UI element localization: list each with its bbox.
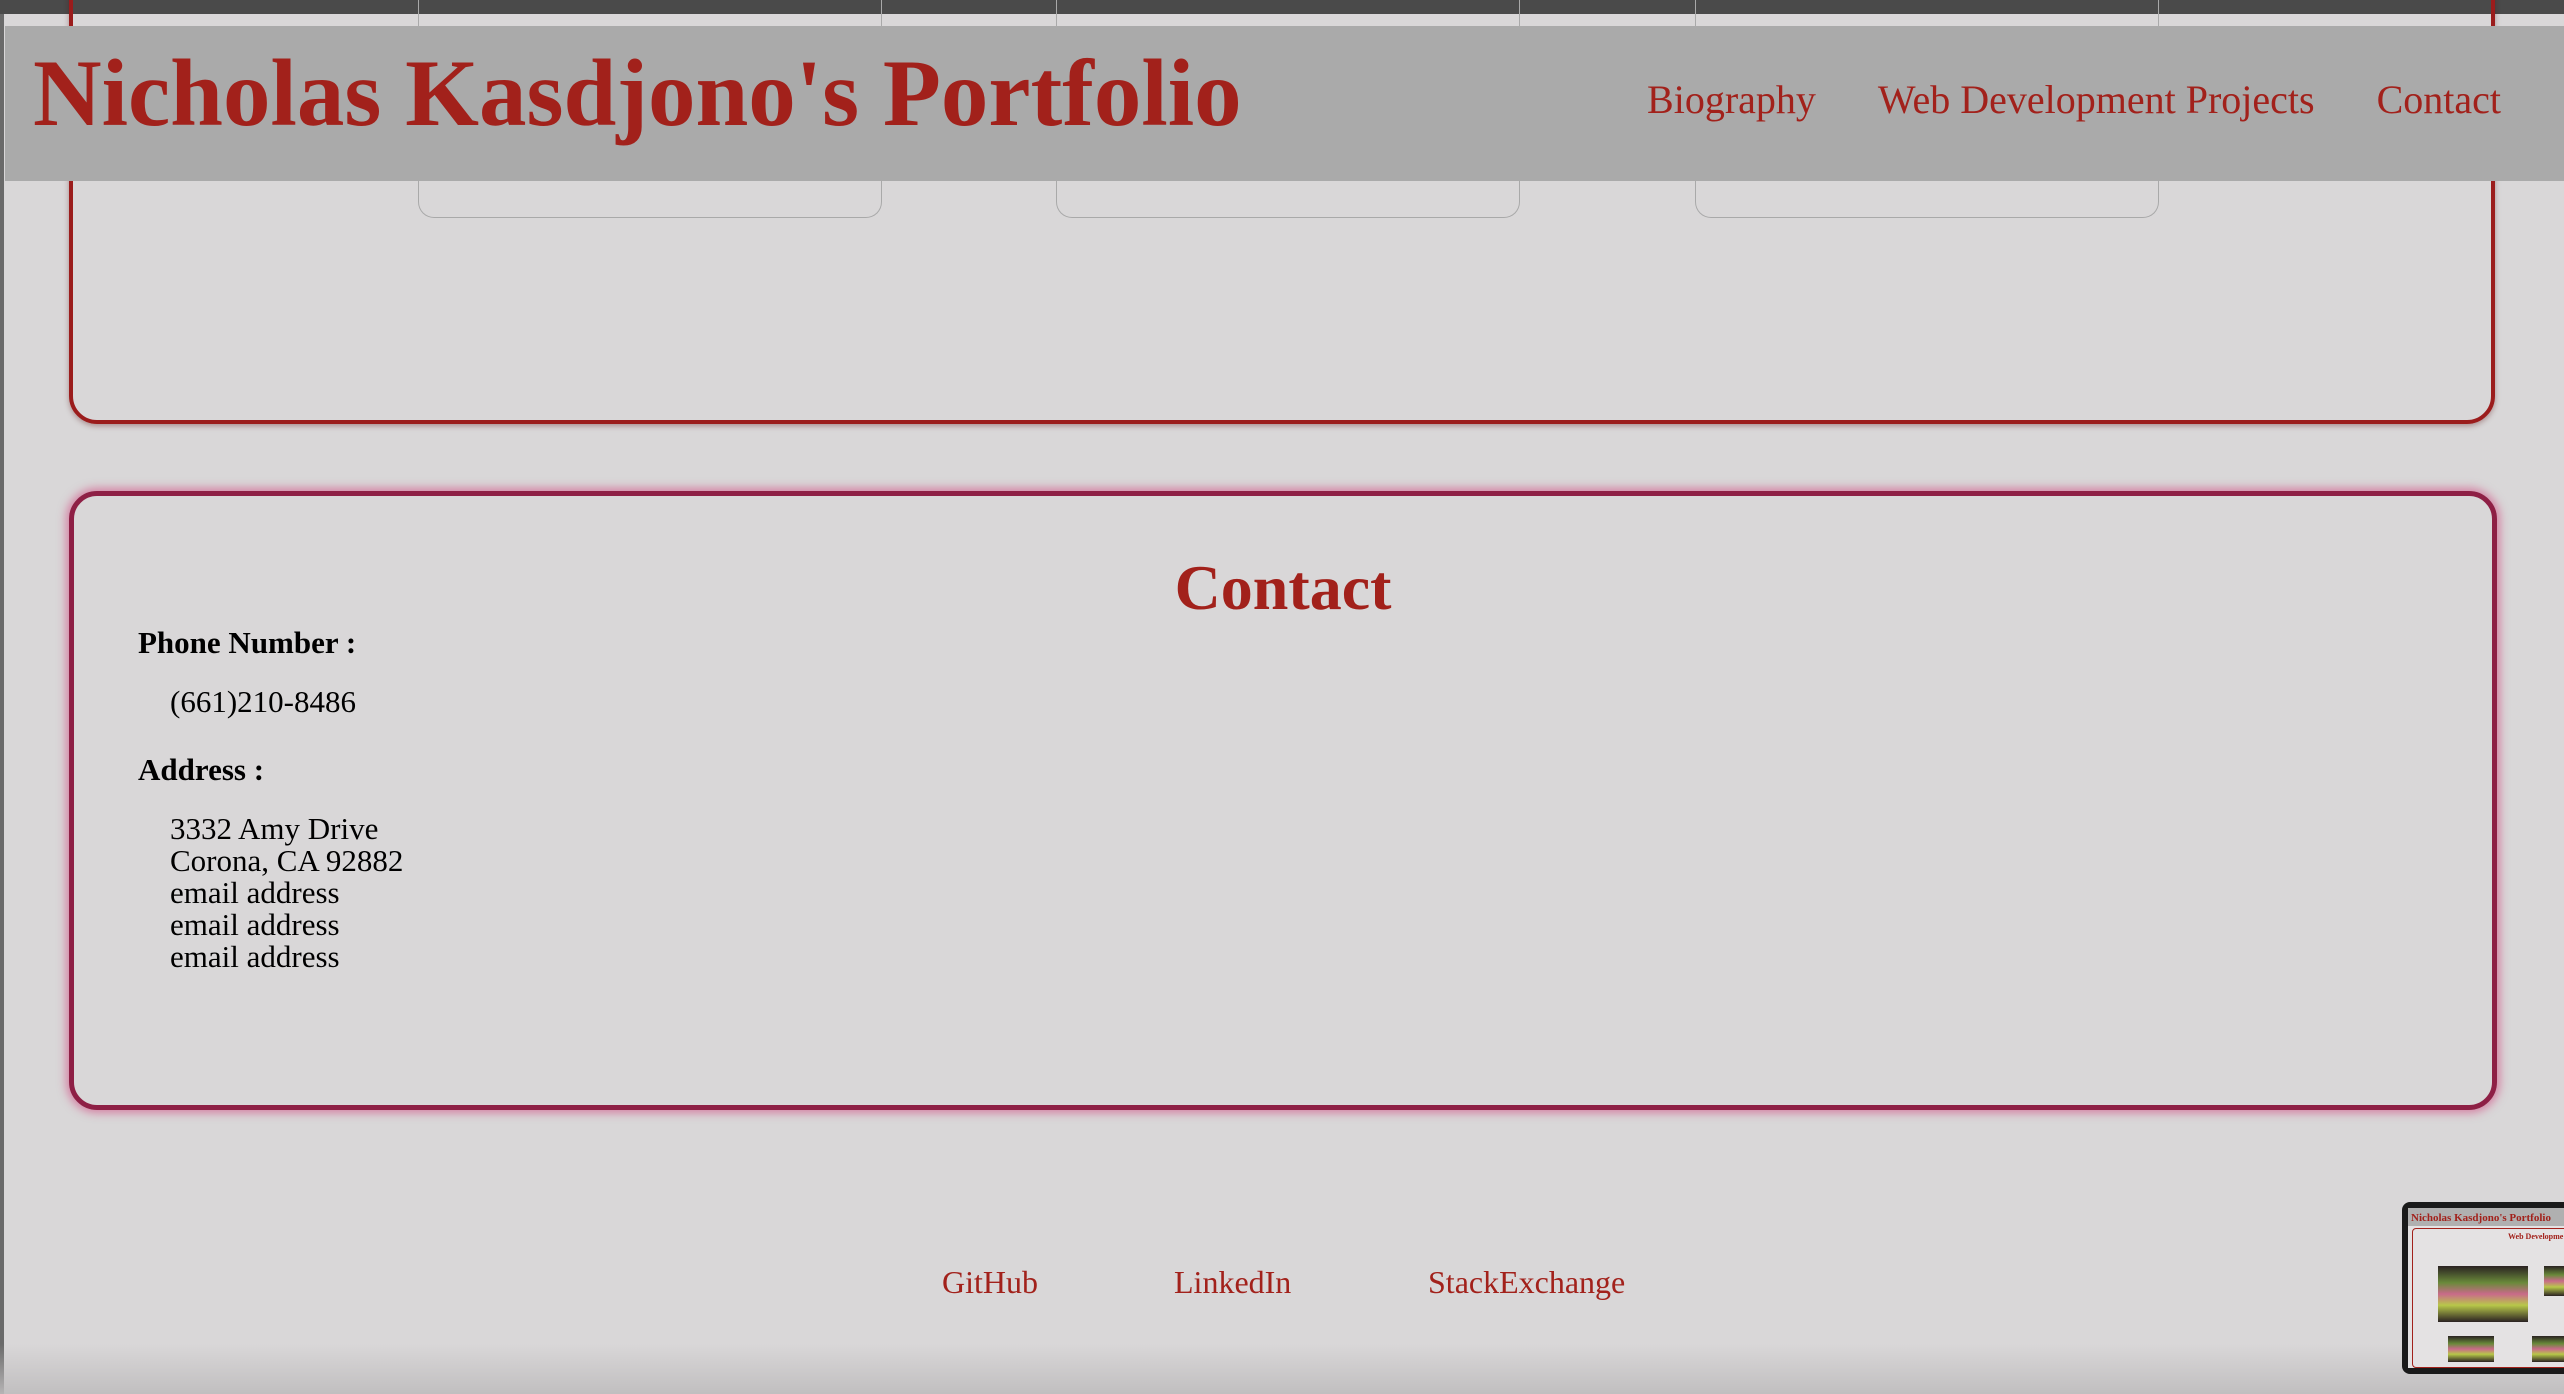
footer-link-linkedin[interactable]: LinkedIn xyxy=(1174,1266,1291,1298)
footer-links: GitHub LinkedIn StackExchange xyxy=(0,1266,2564,1306)
email-1: email address xyxy=(170,875,340,910)
contact-section: Contact Phone Number : (661)210-8486 Add… xyxy=(69,491,2497,1110)
phone-label: Phone Number : xyxy=(138,625,357,660)
nav-web-development-projects[interactable]: Web Development Projects xyxy=(1878,80,2315,120)
browser-left-edge xyxy=(0,14,4,1394)
preview-content: Nicholas Kasdjono's Portfolio Web Develo… xyxy=(2408,1208,2564,1368)
footer-link-github[interactable]: GitHub xyxy=(942,1266,1038,1298)
site-header: Nicholas Kasdjono's Portfolio Biography … xyxy=(5,26,2564,181)
contact-heading: Contact xyxy=(1174,552,1392,623)
bottom-shade xyxy=(0,1344,2564,1394)
email-2: email address xyxy=(170,907,340,942)
preview-project-image xyxy=(2544,1266,2564,1296)
main-nav: Biography Web Development Projects Conta… xyxy=(1647,80,2501,120)
preview-project-image xyxy=(2438,1266,2528,1322)
footer-link-stackexchange[interactable]: StackExchange xyxy=(1428,1266,1625,1298)
preview-project-image xyxy=(2532,1336,2564,1362)
email-3: email address xyxy=(170,939,340,974)
address-line-2: Corona, CA 92882 xyxy=(170,843,404,878)
preview-subtitle: Web Developme xyxy=(2508,1232,2564,1241)
address-label: Address : xyxy=(138,752,265,787)
page-preview-thumbnail[interactable]: Nicholas Kasdjono's Portfolio Web Develo… xyxy=(2402,1202,2564,1374)
address-line-1: 3332 Amy Drive xyxy=(170,811,379,846)
phone-number: (661)210-8486 xyxy=(170,684,356,719)
nav-biography[interactable]: Biography xyxy=(1647,80,1816,120)
preview-project-image xyxy=(2448,1336,2494,1362)
nav-contact[interactable]: Contact xyxy=(2377,80,2501,120)
preview-header: Nicholas Kasdjono's Portfolio xyxy=(2408,1208,2564,1226)
site-title[interactable]: Nicholas Kasdjono's Portfolio xyxy=(33,46,1242,141)
preview-title: Nicholas Kasdjono's Portfolio xyxy=(2411,1212,2551,1224)
